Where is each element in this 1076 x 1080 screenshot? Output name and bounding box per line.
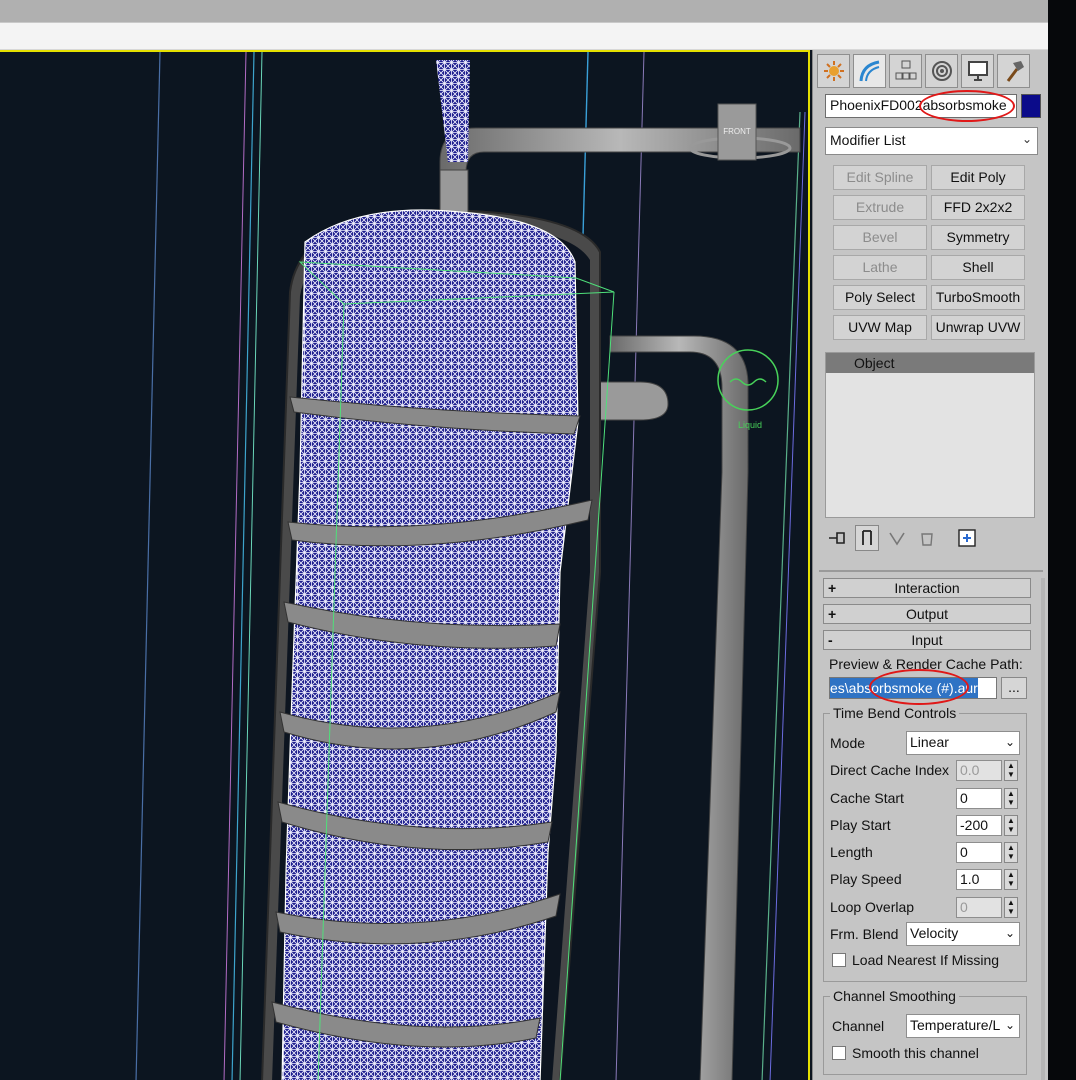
spinner-arrows-icon[interactable]: ▲ ▼ — [1004, 787, 1018, 809]
channel-smoothing-group: Channel Smoothing Channel Temperature/L ⌄… — [823, 988, 1027, 1075]
motion-icon — [931, 61, 952, 81]
modifier-list-label: Modifier List — [830, 132, 906, 148]
spinner-arrows-icon[interactable]: ▲ ▼ — [1004, 814, 1018, 836]
remove-modifier-icon[interactable] — [915, 525, 939, 551]
command-panel: PhoenixFD002absorbsmoke Modifier List ⌄ … — [812, 50, 1048, 1080]
channel-dropdown[interactable]: Temperature/L ⌄ — [906, 1014, 1020, 1039]
liquid-label: Liquid — [738, 420, 762, 430]
make-unique-icon[interactable] — [885, 525, 909, 551]
window-title-strip — [0, 0, 1050, 22]
ffd-button[interactable]: FFD 2x2x2 — [931, 195, 1025, 220]
uvw-map-button[interactable]: UVW Map — [833, 315, 927, 340]
hierarchy-tab[interactable] — [889, 54, 922, 88]
guide-line — [769, 111, 806, 1080]
modifier-stack: Object — [825, 352, 1035, 518]
time-bend-title: Time Bend Controls — [830, 705, 960, 721]
load-nearest-row: Load Nearest If Missing — [830, 948, 1022, 975]
poly-select-button[interactable]: Poly Select — [833, 285, 927, 310]
play-speed-row: Play Speed 1.0 ▲ ▼ — [830, 866, 1022, 893]
object-color-swatch[interactable] — [1021, 94, 1041, 118]
rollout-interaction[interactable]: + Interaction — [823, 578, 1031, 598]
time-bend-controls-group: Time Bend Controls Mode Linear ⌄ Direct C… — [823, 705, 1027, 983]
cache-path-field[interactable]: es\absorbsmoke (#).aur — [829, 677, 997, 699]
bevel-button[interactable]: Bevel — [833, 225, 927, 250]
utilities-tab[interactable] — [997, 54, 1030, 88]
frm-blend-row: Frm. Blend Velocity ⌄ — [830, 921, 1022, 948]
hierarchy-icon — [895, 60, 916, 80]
smoke-stream — [436, 60, 470, 162]
browse-button[interactable]: ... — [1001, 677, 1027, 699]
smooth-channel-checkbox[interactable] — [832, 1045, 846, 1060]
side-pipe — [609, 335, 749, 1080]
channel-row: Channel Temperature/L ⌄ — [830, 1013, 1022, 1040]
direct-cache-index-row: Direct Cache Index 0.0 ▲ ▼ — [830, 757, 1022, 784]
modify-curve-icon — [859, 60, 879, 82]
stack-item-object[interactable]: Object — [826, 353, 1034, 373]
mode-dropdown[interactable]: Linear ⌄ — [906, 731, 1020, 755]
chevron-down-icon: ⌄ — [1021, 132, 1032, 146]
guide-line — [615, 52, 645, 1080]
spinner-arrows-icon[interactable]: ▲ ▼ — [1004, 842, 1018, 864]
cache-start-row: Cache Start 0 ▲ ▼ — [830, 785, 1022, 812]
rollout-output[interactable]: + Output — [823, 604, 1031, 624]
rollout-area: + Interaction + Output - Input Preview &… — [819, 578, 1045, 1080]
panel-divider — [819, 570, 1043, 572]
frm-blend-dropdown[interactable]: Velocity ⌄ — [906, 922, 1020, 947]
length-row: Length 0 ▲ ▼ — [830, 839, 1022, 866]
right-edge-strip — [1048, 0, 1076, 1080]
chevron-down-icon: ⌄ — [1004, 926, 1015, 941]
channel-smoothing-title: Channel Smoothing — [830, 988, 959, 1005]
play-start-spinner[interactable]: -200 — [956, 814, 1002, 836]
configure-sets-icon[interactable] — [955, 525, 979, 551]
cache-path-row: es\absorbsmoke (#).aur ... — [829, 669, 1041, 705]
cache-path-label: Preview & Render Cache Path: — [829, 656, 1023, 672]
play-speed-spinner[interactable]: 1.0 — [956, 869, 1002, 891]
motion-tab[interactable] — [925, 54, 958, 88]
front-label: FRONT — [723, 127, 751, 136]
smooth-channel-row: Smooth this channel — [830, 1041, 1022, 1068]
object-name-field[interactable]: PhoenixFD002absorbsmoke — [825, 94, 1017, 118]
modifier-buttons-grid: Edit Spline Edit Poly Extrude FFD 2x2x2 … — [833, 165, 1025, 340]
chevron-down-icon: ⌄ — [1004, 735, 1015, 749]
perspective-viewport[interactable]: FRONT Liquid — [0, 50, 810, 1080]
symmetry-button[interactable]: Symmetry — [931, 225, 1025, 250]
create-tab[interactable] — [817, 54, 850, 88]
guide-line — [135, 52, 161, 1080]
spinner-arrows-icon[interactable]: ▲ ▼ — [1004, 760, 1018, 782]
display-tab[interactable] — [961, 54, 994, 88]
extrude-button[interactable]: Extrude — [833, 195, 927, 220]
sun-star-icon — [823, 61, 844, 81]
cache-start-spinner[interactable]: 0 — [956, 787, 1002, 809]
length-spinner[interactable]: 0 — [956, 842, 1002, 864]
stack-toolbar — [825, 523, 1040, 553]
display-monitor-icon — [967, 61, 988, 81]
rollout-input[interactable]: - Input — [823, 630, 1031, 650]
load-nearest-checkbox[interactable] — [832, 953, 846, 968]
spinner-arrows-icon[interactable]: ▲ ▼ — [1004, 869, 1018, 891]
unwrap-uvw-button[interactable]: Unwrap UVW — [931, 315, 1025, 340]
modify-tab[interactable] — [853, 54, 886, 88]
command-panel-tabs — [817, 54, 1030, 88]
edit-spline-button[interactable]: Edit Spline — [833, 165, 927, 190]
lathe-button[interactable]: Lathe — [833, 255, 927, 280]
guide-line — [761, 111, 801, 1080]
shell-button[interactable]: Shell — [931, 255, 1025, 280]
viewport-scene: FRONT Liquid — [135, 52, 806, 1080]
loop-overlap-row: Loop Overlap 0 ▲ ▼ — [830, 894, 1022, 921]
spinner-arrows-icon[interactable]: ▲ ▼ — [1004, 896, 1018, 918]
viewport-label-strip — [0, 22, 1050, 50]
play-start-row: Play Start -200 ▲ ▼ — [830, 812, 1022, 839]
turbosmooth-button[interactable]: TurboSmooth — [931, 285, 1025, 310]
loop-overlap-spinner[interactable]: 0 — [956, 896, 1002, 918]
pin-stack-icon[interactable] — [825, 525, 849, 551]
mode-row: Mode Linear ⌄ — [830, 730, 1022, 757]
chevron-down-icon: ⌄ — [1004, 1018, 1015, 1033]
show-end-result-icon[interactable] — [855, 525, 879, 551]
hammer-icon — [1006, 61, 1024, 82]
direct-cache-index-spinner[interactable]: 0.0 — [956, 760, 1002, 782]
edit-poly-button[interactable]: Edit Poly — [931, 165, 1025, 190]
modifier-list-dropdown[interactable]: Modifier List ⌄ — [825, 127, 1038, 155]
